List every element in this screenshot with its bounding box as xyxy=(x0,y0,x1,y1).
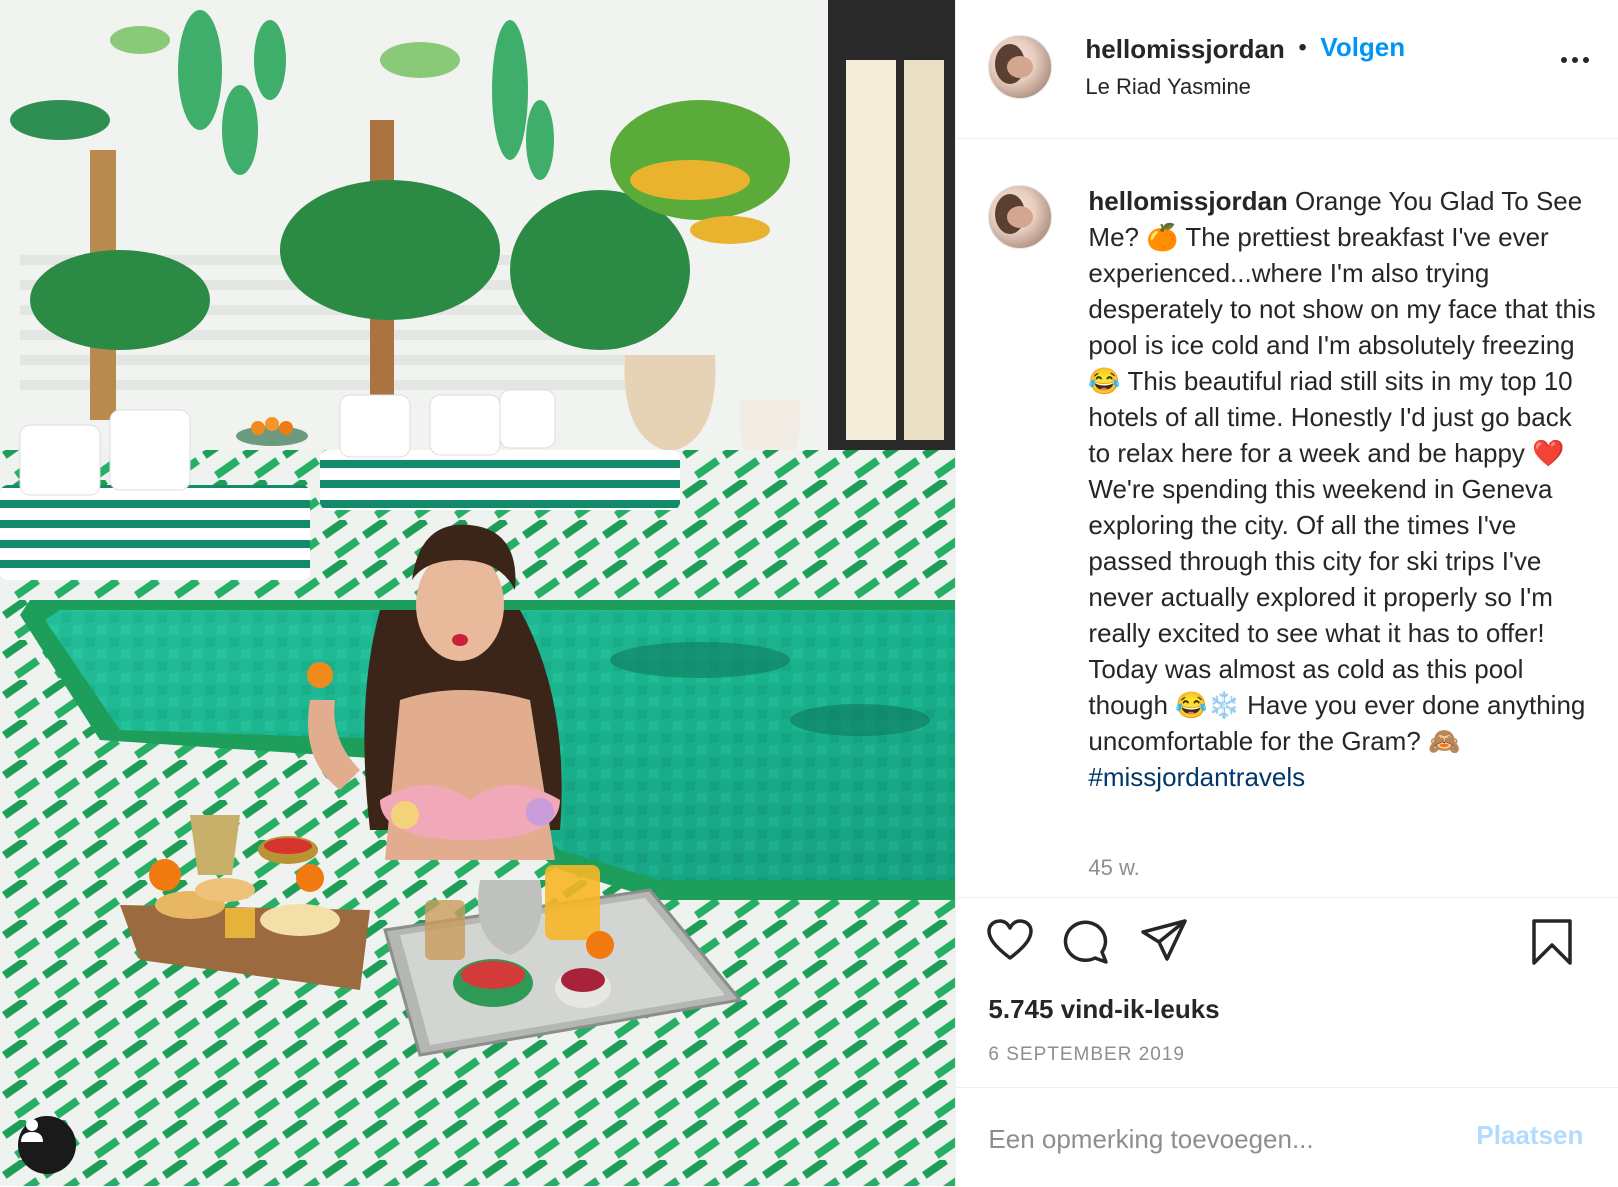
post-caption: hellomissjordan Orange You Glad To See M… xyxy=(1088,186,1596,792)
post-comment-button[interactable]: Plaatsen xyxy=(1476,1120,1583,1151)
header-separator: • xyxy=(1298,34,1307,61)
follow-button[interactable]: Volgen xyxy=(1320,32,1405,63)
likes-count[interactable]: 5.745 vind-ik-leuks xyxy=(988,994,1219,1025)
send-icon[interactable] xyxy=(1140,918,1188,962)
user-icon xyxy=(21,1119,43,1142)
pool-breakfast-image xyxy=(0,0,956,1186)
post-actions: 5.745 vind-ik-leuks 6 SEPTEMBER 2019 xyxy=(956,897,1618,1078)
comment-input[interactable] xyxy=(986,1118,1471,1160)
author-avatar[interactable] xyxy=(988,35,1053,99)
post-location[interactable]: Le Riad Yasmine xyxy=(1085,74,1251,100)
orange-emoji: 🍊 xyxy=(1146,222,1179,252)
comment-bar: Plaatsen xyxy=(956,1087,1618,1187)
bookmark-icon[interactable] xyxy=(1530,918,1574,966)
post-photo[interactable] xyxy=(0,0,956,1186)
laughing-snowflake-emoji: 😂❄️ xyxy=(1175,690,1240,720)
heart-emoji: ❤️ xyxy=(1532,438,1565,468)
caption-username[interactable]: hellomissjordan xyxy=(1088,186,1287,216)
author-username[interactable]: hellomissjordan xyxy=(1085,34,1284,65)
tagged-users-button[interactable] xyxy=(18,1116,76,1174)
laughing-emoji: 😂 xyxy=(1088,366,1121,396)
heart-icon[interactable] xyxy=(986,918,1034,962)
more-options-button[interactable] xyxy=(1559,52,1591,68)
caption-time-ago[interactable]: 45 w. xyxy=(1088,855,1139,881)
instagram-post-view: hellomissjordan • Volgen Le Riad Yasmine… xyxy=(0,0,1618,1186)
post-date[interactable]: 6 SEPTEMBER 2019 xyxy=(988,1044,1185,1066)
caption-section: hellomissjordan Orange You Glad To See M… xyxy=(956,139,1618,891)
post-header: hellomissjordan • Volgen Le Riad Yasmine xyxy=(956,0,1618,139)
more-horizontal-icon xyxy=(1561,57,1568,63)
post-side-panel: hellomissjordan • Volgen Le Riad Yasmine… xyxy=(955,0,1618,1186)
monkey-emoji: 🙈 xyxy=(1428,726,1461,756)
hashtag-link[interactable]: #missjordantravels xyxy=(1088,762,1305,792)
caption-author-avatar[interactable] xyxy=(988,185,1053,249)
comment-icon[interactable] xyxy=(1062,918,1110,964)
